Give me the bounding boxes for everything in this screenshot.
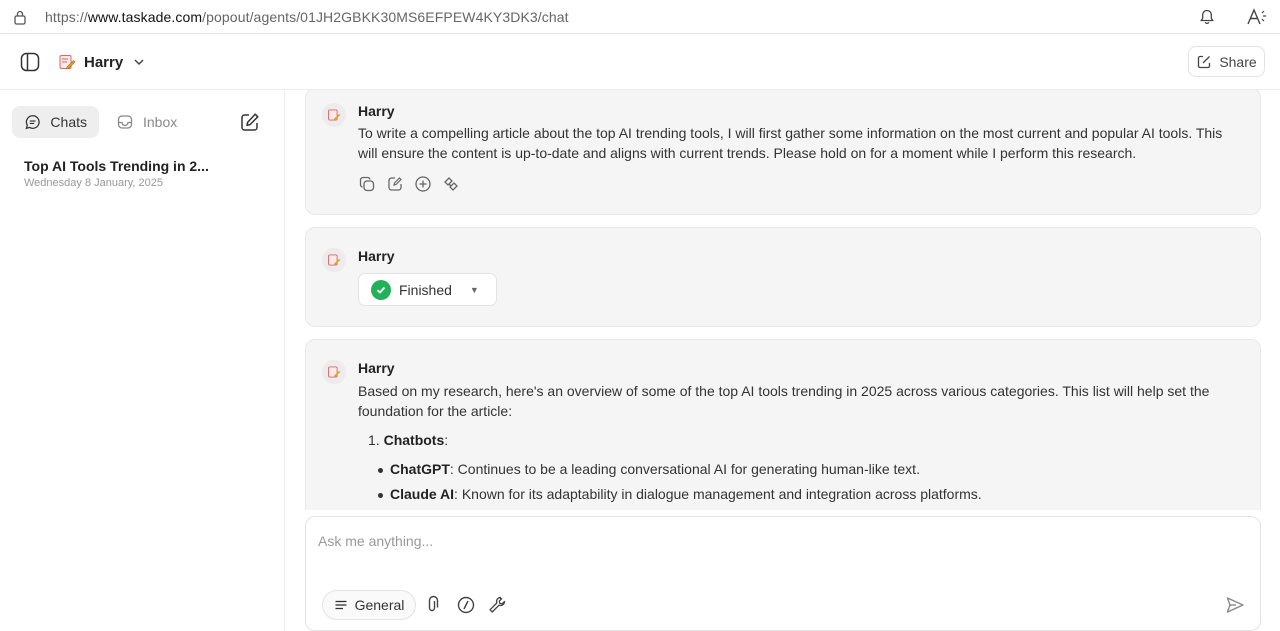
task-status-dropdown[interactable]: Finished ▼ [358, 273, 497, 306]
address-bar-url[interactable]: https://www.taskade.com/popout/agents/01… [45, 9, 569, 25]
list-item: ChatGPT: Continues to be a leading conve… [378, 461, 920, 477]
tab-chats[interactable]: Chats [12, 106, 99, 138]
chat-title: Top AI Tools Trending in 2... [24, 158, 209, 174]
chat-bubble-icon [25, 115, 40, 130]
status-label: Finished [399, 281, 452, 298]
chat-input[interactable] [318, 529, 1238, 553]
menu-lines-icon [335, 600, 347, 610]
list-item-name: Claude AI [390, 486, 455, 502]
tab-chats-label: Chats [50, 114, 87, 130]
chat-date: Wednesday 8 January, 2025 [24, 177, 164, 189]
new-chat-icon[interactable] [239, 111, 261, 133]
message-author: Harry [358, 248, 395, 264]
chevron-down-icon [134, 59, 144, 66]
message-composer: General [305, 516, 1261, 631]
edit-note-icon[interactable] [386, 175, 404, 193]
mode-label: General [354, 597, 405, 613]
list-heading-suffix: : [444, 432, 449, 448]
copy-icon[interactable] [358, 175, 376, 193]
share-button[interactable]: Share [1188, 46, 1265, 77]
message-text: Based on my research, here's an overview… [358, 383, 1210, 419]
slash-command-icon[interactable] [456, 595, 476, 615]
url-host: www.taskade.com [87, 9, 203, 25]
message-author: Harry [358, 360, 395, 376]
list-item-desc: : Continues to be a leading conversation… [449, 461, 920, 477]
agent-avatar [322, 360, 346, 384]
browser-url-bar: https://www.taskade.com/popout/agents/01… [0, 0, 1280, 34]
wrench-tools-icon[interactable] [487, 595, 507, 615]
chat-thread[interactable]: Harry To write a compelling article abou… [286, 90, 1280, 510]
link-tag-icon[interactable] [442, 175, 460, 193]
memo-pencil-icon [59, 55, 76, 70]
tab-inbox-label: Inbox [143, 114, 178, 130]
url-prefix: https:// [45, 9, 88, 25]
lock-icon[interactable] [12, 9, 28, 25]
message-text: To write a compelling article about the … [358, 125, 1223, 161]
send-icon[interactable] [1225, 595, 1245, 615]
sidebar-toggle-icon[interactable] [19, 51, 41, 73]
add-circle-icon[interactable] [414, 175, 432, 193]
agent-selector[interactable]: Harry [58, 49, 146, 75]
url-path: /popout/agents/01JH2GBKK30MS6EFPEW4KY3DK… [202, 9, 569, 25]
bell-icon[interactable] [1198, 8, 1216, 26]
mode-selector-button[interactable]: General [322, 590, 416, 620]
chat-list-item[interactable]: Top AI Tools Trending in 2... Wednesday … [24, 158, 264, 189]
list-item-name: ChatGPT [390, 461, 450, 477]
agent-avatar [322, 248, 346, 272]
list-heading-title: Chatbots [383, 432, 445, 448]
check-circle-icon [371, 279, 391, 300]
share-label: Share [1219, 53, 1257, 70]
tab-inbox[interactable]: Inbox [104, 106, 194, 138]
share-edit-icon [1198, 55, 1211, 68]
agent-avatar [322, 103, 346, 127]
attach-paperclip-icon[interactable] [424, 595, 444, 615]
read-aloud-icon[interactable] [1246, 7, 1268, 27]
list-item: Claude AI: Known for its adaptability in… [378, 486, 982, 502]
memo-pencil-icon [328, 366, 341, 378]
inbox-icon [117, 115, 133, 129]
sidebar: Chats Inbox Top AI Tools Trending in 2..… [0, 90, 285, 631]
memo-pencil-icon [328, 109, 341, 121]
message-actions [358, 175, 460, 193]
message-author: Harry [358, 103, 395, 119]
memo-pencil-icon [328, 254, 341, 266]
list-item-desc: : Known for its adaptability in dialogue… [454, 486, 982, 502]
list-heading: 1. Chatbots: [368, 432, 448, 448]
message-card: Harry Finished ▼ [305, 227, 1261, 327]
message-card: Harry Based on my research, here's an ov… [305, 339, 1261, 510]
message-card: Harry To write a compelling article abou… [305, 90, 1261, 215]
agent-name: Harry [84, 53, 124, 71]
list-number: 1. [368, 432, 380, 448]
caret-down-icon: ▼ [469, 284, 479, 295]
app-header: Harry Share [0, 34, 1280, 90]
